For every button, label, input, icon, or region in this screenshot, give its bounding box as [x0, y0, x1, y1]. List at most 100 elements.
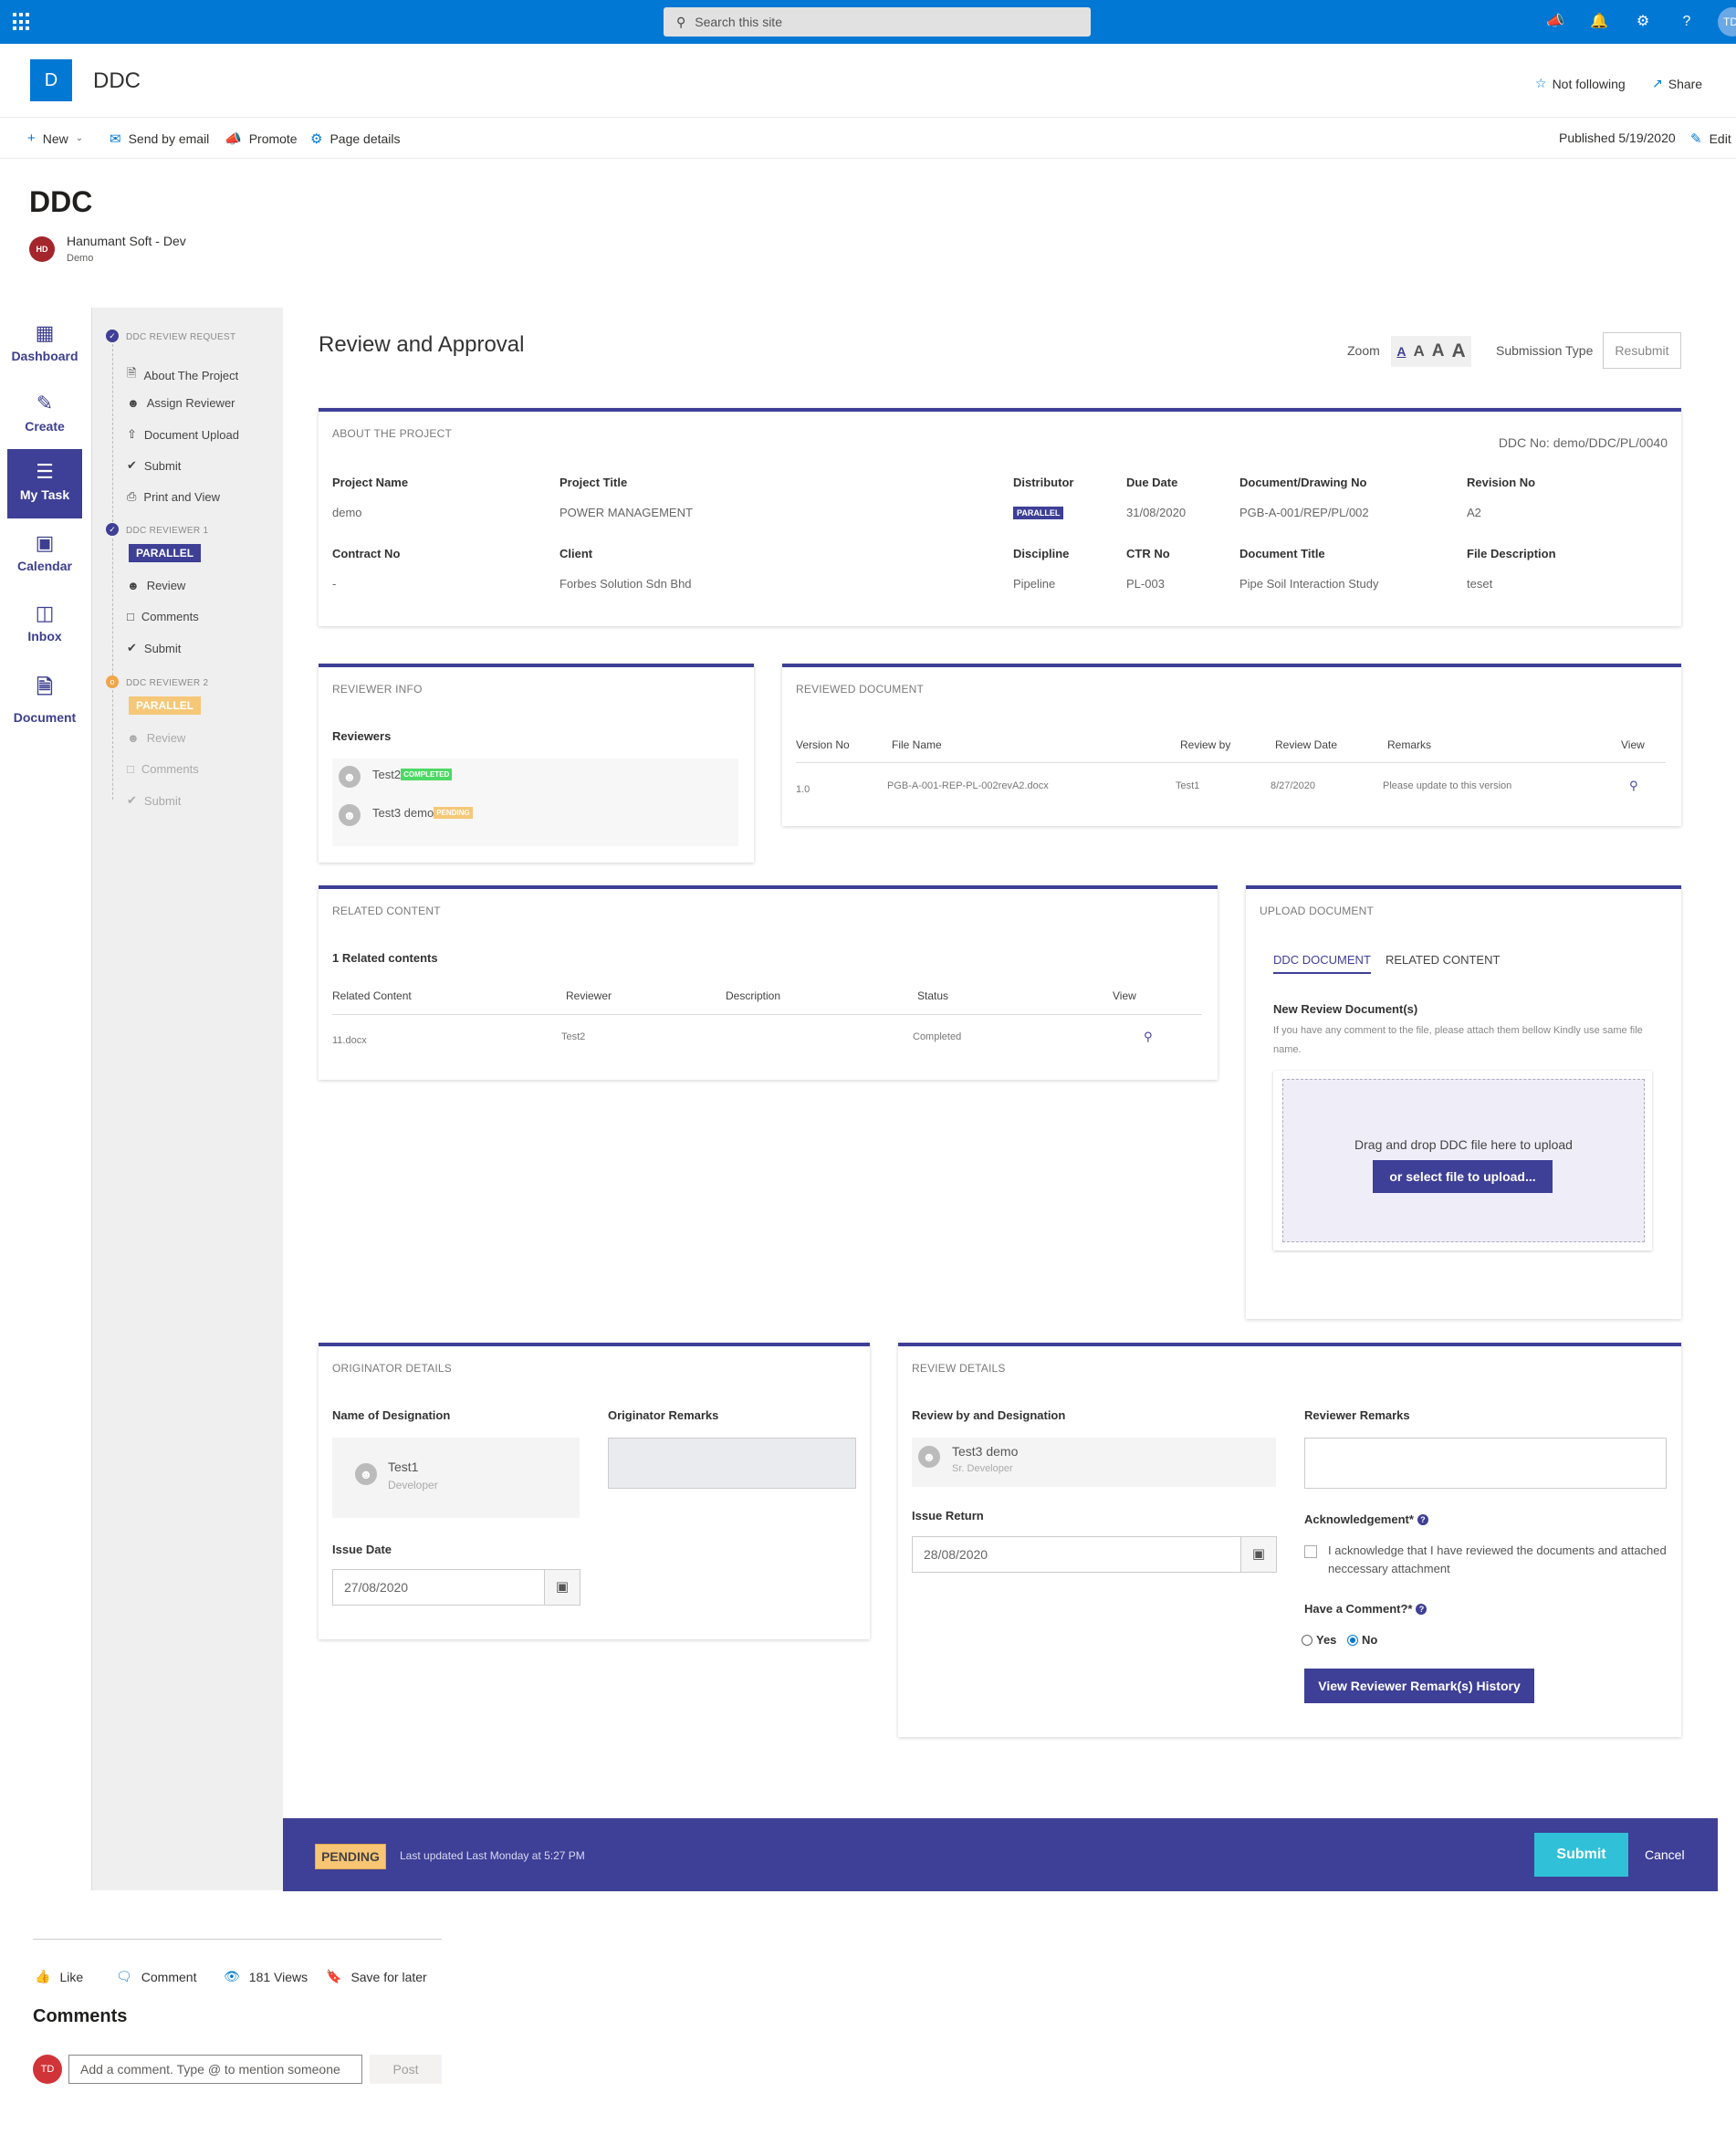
zoom-xlarge[interactable]: A: [1451, 340, 1465, 362]
author-avatar[interactable]: HD: [29, 236, 55, 262]
related-file-cell[interactable]: 11.docx: [332, 1035, 367, 1046]
sidebar-item-label: Submit: [143, 641, 182, 655]
related-reviewer-cell: Test2: [561, 1031, 586, 1042]
sidebar-item-submit[interactable]: ✔ Submit: [127, 458, 181, 473]
nav-create[interactable]: ✎ Create: [7, 381, 82, 450]
nav-dashboard[interactable]: ▦ Dashboard: [7, 310, 82, 380]
new-button[interactable]: + New ⌄: [27, 131, 83, 146]
column-header: Review Date: [1275, 738, 1338, 751]
ctr-number: PL-003: [1126, 577, 1165, 591]
nav-my-task[interactable]: ☰ My Task: [7, 449, 82, 518]
nav-document[interactable]: 🗎 Document: [7, 661, 82, 730]
column-header: Version No: [796, 738, 850, 751]
drop-text: Drag and drop DDC file here to upload: [1354, 1137, 1573, 1152]
calendar-icon[interactable]: ▣: [1240, 1536, 1277, 1573]
upload-icon: ⇧: [127, 427, 137, 441]
post-button[interactable]: Post: [370, 2055, 442, 2084]
follow-label: Not following: [1552, 76, 1626, 91]
sidebar-item-comments[interactable]: □ Comments: [127, 762, 199, 776]
reviewer-name: Test2: [372, 768, 402, 781]
status-badge: PENDING: [434, 807, 473, 819]
tab-related-content[interactable]: RELATED CONTENT: [1386, 953, 1500, 967]
author-name[interactable]: Hanumant Soft - Dev: [67, 234, 186, 248]
star-icon: ☆: [1535, 76, 1547, 90]
sidebar-item-print[interactable]: ⎙ Print and View: [127, 489, 220, 504]
distributor-badge: PARALLEL: [1013, 507, 1064, 519]
app-launcher-icon[interactable]: [13, 13, 31, 31]
sidebar-item-about[interactable]: 🗎 About The Project: [127, 365, 238, 385]
comment-label: Comment: [141, 1969, 197, 1984]
reviewer-remarks-textarea[interactable]: [1304, 1438, 1667, 1489]
sidebar-item-submit[interactable]: ✔ Submit: [127, 641, 181, 655]
sidebar-item-comments[interactable]: □ Comments: [127, 610, 199, 623]
search-icon[interactable]: ⚲: [1144, 1030, 1153, 1044]
issue-date-input[interactable]: 27/08/2020: [332, 1569, 545, 1606]
zoom-large[interactable]: A: [1432, 341, 1445, 361]
save-for-later-button[interactable]: 🔖 Save for later: [326, 1969, 427, 1984]
page-details-button[interactable]: ⚙ Page details: [310, 131, 401, 147]
select-file-button[interactable]: or select file to upload...: [1373, 1160, 1553, 1193]
version-cell: 1.0: [796, 784, 810, 795]
acknowledge-checkbox[interactable]: [1304, 1545, 1317, 1558]
radio-label: No: [1362, 1633, 1378, 1647]
nav-label: Create: [25, 419, 65, 434]
nav-label: Document: [13, 710, 77, 725]
originator-remarks-textarea[interactable]: [608, 1438, 856, 1489]
filename-cell[interactable]: PGB-A-001-REP-PL-002revA2.docx: [887, 780, 1049, 791]
nav-inbox[interactable]: ◫ Inbox: [7, 591, 82, 660]
sidebar-item-review[interactable]: ☻ Review: [127, 731, 185, 745]
like-button[interactable]: 👍 Like: [35, 1969, 83, 1984]
submission-type-value[interactable]: Resubmit: [1603, 332, 1681, 369]
calendar-icon[interactable]: ▣: [544, 1569, 580, 1606]
submit-button[interactable]: Submit: [1534, 1833, 1628, 1877]
field-label: CTR No: [1126, 547, 1170, 560]
sidebar-item-upload[interactable]: ⇧ Document Upload: [127, 427, 239, 442]
sidebar-item-assign[interactable]: ☻ Assign Reviewer: [127, 396, 235, 410]
view-history-button[interactable]: View Reviewer Remark(s) History: [1304, 1669, 1534, 1703]
new-doc-label: New Review Document(s): [1273, 1002, 1418, 1016]
field-label: Revision No: [1467, 476, 1536, 489]
comment-no-radio[interactable]: No: [1347, 1633, 1377, 1647]
follow-button[interactable]: ☆ Not following: [1535, 76, 1626, 91]
zoom-medium[interactable]: A: [1413, 342, 1424, 361]
user-avatar-icon: ☻: [339, 804, 361, 826]
radio-checked: [1347, 1634, 1358, 1646]
sidebar-item-submit[interactable]: ✔ Submit: [127, 793, 181, 808]
promote-button[interactable]: 📣 Promote: [225, 131, 298, 147]
bookmark-icon: 🔖: [326, 1969, 342, 1983]
site-logo[interactable]: D: [30, 59, 72, 101]
cancel-button[interactable]: Cancel: [1645, 1847, 1685, 1862]
gear-icon[interactable]: ⚙: [1634, 13, 1652, 31]
related-status-cell: Completed: [913, 1031, 962, 1042]
megaphone-icon[interactable]: 📣: [1546, 13, 1564, 31]
site-search-box[interactable]: ⚲ Search this site: [664, 7, 1091, 37]
zoom-small[interactable]: A: [1396, 344, 1406, 359]
send-email-button[interactable]: ✉ Send by email: [110, 131, 209, 147]
issue-return-input[interactable]: 28/08/2020: [912, 1536, 1241, 1573]
site-name[interactable]: DDC: [93, 68, 141, 94]
project-name: demo: [332, 506, 362, 519]
comment-input[interactable]: Add a comment. Type @ to mention someone: [68, 2055, 362, 2084]
parallel-badge: PARALLEL: [129, 696, 202, 715]
comment-button[interactable]: 🗨 Comment: [116, 1969, 196, 1984]
help-icon[interactable]: ?: [1678, 13, 1696, 31]
tab-ddc-document[interactable]: DDC DOCUMENT: [1273, 953, 1371, 974]
parallel-badge: PARALLEL: [129, 544, 202, 562]
upload-document-card: UPLOAD DOCUMENT DDC DOCUMENT RELATED CON…: [1246, 885, 1681, 1319]
share-button[interactable]: ↗ Share: [1652, 76, 1702, 91]
sidebar-item-review[interactable]: ☻ Review: [127, 579, 185, 592]
comment-yes-radio[interactable]: Yes: [1302, 1633, 1336, 1647]
step-title: DDC REVIEW REQUEST: [126, 332, 236, 342]
help-circle-icon[interactable]: ?: [1417, 1513, 1428, 1525]
ack-label-row: Acknowledgement*?: [1304, 1512, 1428, 1526]
megaphone-icon: 📣: [225, 131, 242, 147]
help-circle-icon[interactable]: ?: [1416, 1603, 1427, 1615]
author-subtitle: Demo: [67, 253, 94, 264]
column-header: Review by: [1180, 738, 1231, 751]
promote-label: Promote: [248, 131, 298, 146]
bell-icon[interactable]: 🔔: [1590, 13, 1608, 31]
nav-calendar[interactable]: ▣ Calendar: [7, 520, 82, 590]
search-icon[interactable]: ⚲: [1629, 779, 1638, 793]
last-updated: Last updated Last Monday at 5:27 PM: [400, 1849, 585, 1862]
edit-button[interactable]: ✎ Edit: [1690, 131, 1731, 147]
